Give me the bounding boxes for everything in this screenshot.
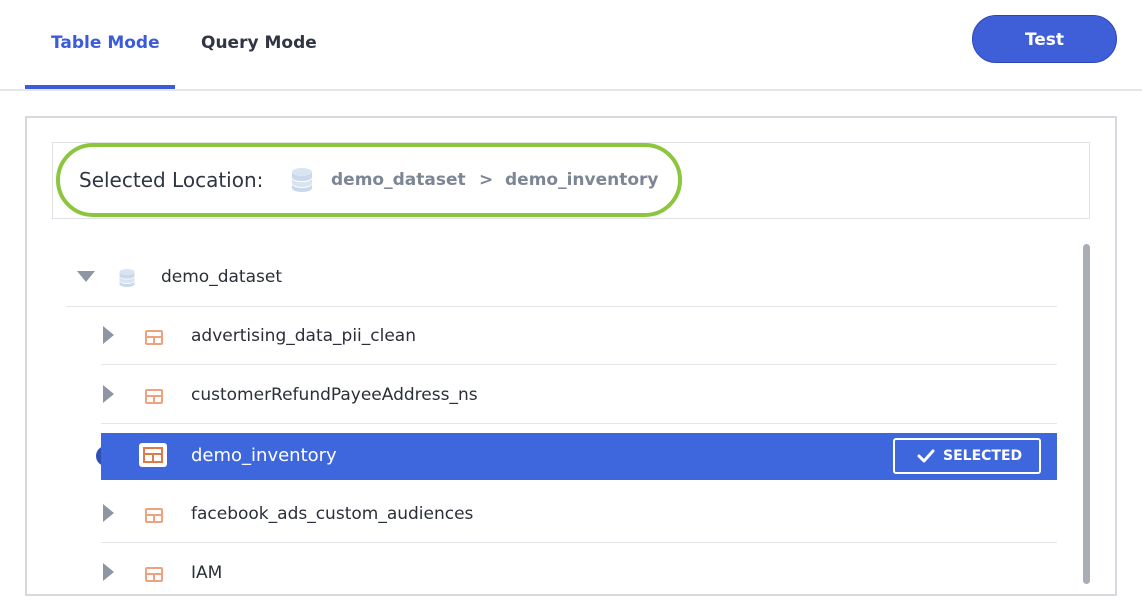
- tree-root-dataset[interactable]: demo_dataset: [66, 248, 1057, 307]
- caret-right-icon[interactable]: [103, 385, 114, 403]
- caret-right-icon[interactable]: [103, 326, 114, 344]
- active-tab-indicator: [25, 85, 175, 89]
- test-button[interactable]: Test: [972, 15, 1117, 63]
- breadcrumb-separator: >: [479, 170, 494, 190]
- tree-item[interactable]: IAM: [101, 543, 1057, 601]
- tree-item-label: facebook_ads_custom_audiences: [191, 504, 474, 524]
- tab-table-mode[interactable]: Table Mode: [51, 33, 160, 53]
- caret-right-icon[interactable]: [103, 563, 114, 581]
- tree-item[interactable]: advertising_data_pii_clean: [101, 306, 1057, 365]
- database-icon: [292, 168, 312, 192]
- check-icon: [917, 449, 935, 463]
- tab-query-mode[interactable]: Query Mode: [201, 33, 317, 53]
- selected-badge[interactable]: SELECTED: [893, 438, 1041, 474]
- table-icon: [145, 508, 163, 523]
- table-icon: [145, 330, 163, 345]
- table-icon: [145, 567, 163, 582]
- caret-right-icon[interactable]: [103, 504, 114, 522]
- database-icon: [119, 269, 135, 287]
- selected-location-label: Selected Location:: [79, 168, 264, 192]
- caret-down-icon[interactable]: [77, 271, 95, 282]
- table-icon: [145, 389, 163, 404]
- selected-badge-label: SELECTED: [943, 448, 1023, 464]
- tree-item-label: advertising_data_pii_clean: [191, 326, 417, 346]
- breadcrumb-table[interactable]: demo_inventory: [505, 170, 659, 190]
- tree-item-label: customerRefundPayeeAddress_ns: [191, 385, 478, 405]
- scrollbar[interactable]: [1083, 244, 1090, 584]
- tree-item[interactable]: customerRefundPayeeAddress_ns: [101, 365, 1057, 424]
- tree-root-label: demo_dataset: [161, 267, 282, 287]
- tree-item[interactable]: facebook_ads_custom_audiences: [101, 484, 1057, 543]
- tree-item-label: IAM: [191, 563, 223, 583]
- breadcrumb-dataset[interactable]: demo_dataset: [331, 170, 466, 190]
- mode-tabs: Table Mode Query Mode: [0, 0, 1142, 91]
- tree-item-label: demo_inventory: [191, 445, 337, 466]
- table-icon: [139, 443, 167, 467]
- tree-item-selected[interactable]: demo_inventory SELECTED: [101, 433, 1057, 480]
